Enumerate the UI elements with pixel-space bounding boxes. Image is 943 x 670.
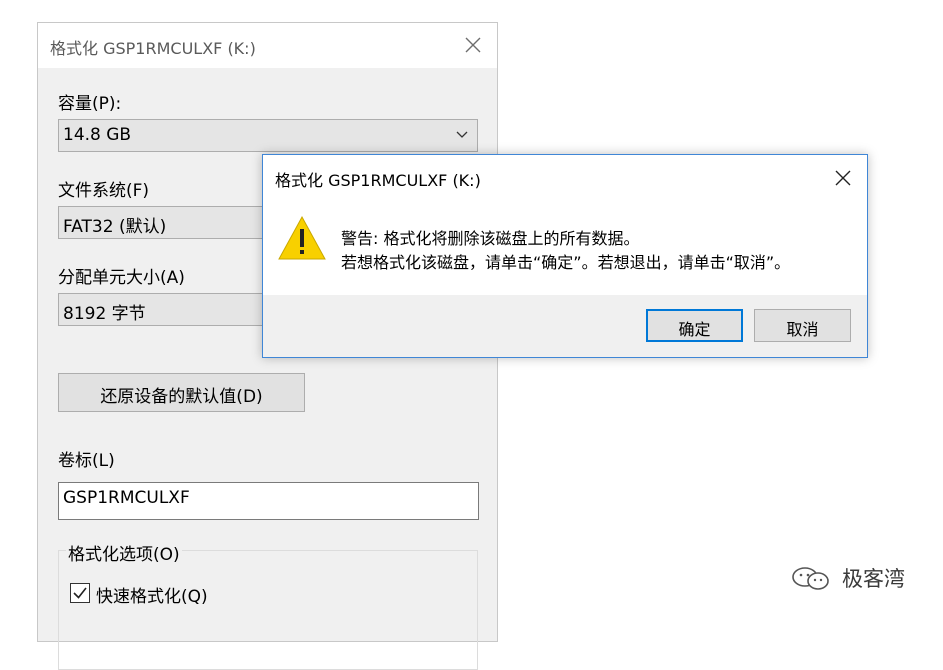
warning-icon [278,215,326,260]
ok-button[interactable]: 确定 [646,309,743,342]
watermark-text: 极客湾 [842,567,905,591]
warning-dialog-content: 格式化 GSP1RMCULXF (K:) 警告: 格式化将删除该磁盘上的所有数据… [263,155,867,295]
format-window-titlebar: 格式化 GSP1RMCULXF (K:) [38,23,497,68]
quick-format-checkbox[interactable] [70,583,90,603]
capacity-label: 容量(P): [58,94,122,114]
warning-message-line2: 若想格式化该磁盘，请单击“确定”。若想退出，请单击“取消”。 [341,253,791,272]
warning-dialog-title: 格式化 GSP1RMCULXF (K:) [275,171,481,190]
cancel-button[interactable]: 取消 [754,309,851,342]
allocation-unit-value: 8192 字节 [63,304,146,324]
close-icon[interactable] [463,35,483,55]
allocation-unit-label: 分配单元大小(A) [58,268,185,288]
capacity-value: 14.8 GB [63,125,132,145]
volume-label-input[interactable]: GSP1RMCULXF [58,482,479,520]
format-options-group [58,550,478,670]
wechat-icon [792,567,829,590]
filesystem-value: FAT32 (默认) [63,217,167,237]
format-window-title: 格式化 GSP1RMCULXF (K:) [50,39,256,58]
format-options-label: 格式化选项(O) [66,540,182,565]
volume-label-value: GSP1RMCULXF [63,488,190,508]
warning-message-line1: 警告: 格式化将删除该磁盘上的所有数据。 [341,229,640,248]
capacity-select[interactable]: 14.8 GB [58,119,478,152]
filesystem-label: 文件系统(F) [58,181,150,201]
warning-dialog: 格式化 GSP1RMCULXF (K:) 警告: 格式化将删除该磁盘上的所有数据… [262,154,868,358]
chevron-down-icon [456,131,468,138]
restore-defaults-button[interactable]: 还原设备的默认值(D) [58,373,305,412]
checkmark-icon [73,587,87,599]
volume-label-label: 卷标(L) [58,451,115,471]
quick-format-label[interactable]: 快速格式化(Q) [96,582,208,607]
close-icon[interactable] [833,168,853,188]
